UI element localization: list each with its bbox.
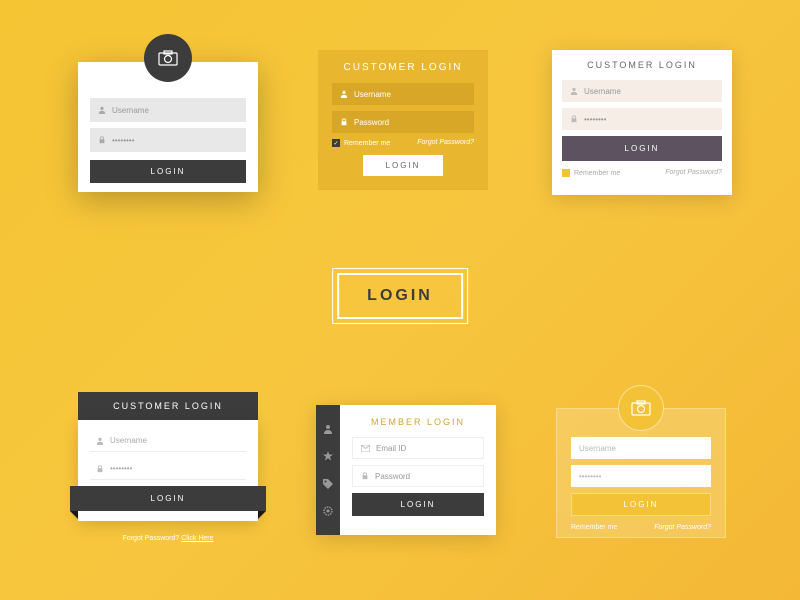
login-card-2: CUSTOMER LOGIN Username Password ✓ Remem…	[318, 50, 488, 190]
forgot-password-link[interactable]: Forgot Password?	[417, 139, 474, 147]
tag-icon[interactable]	[323, 479, 333, 489]
username-input[interactable]: Username	[90, 98, 246, 122]
star-icon[interactable]	[323, 451, 333, 461]
login-card-1: Username •••••••• LOGIN	[78, 62, 258, 192]
forgot-password-link[interactable]: Click Here	[181, 535, 213, 542]
lock-icon	[96, 465, 104, 473]
username-input[interactable]: Username	[90, 430, 246, 452]
lock-icon	[570, 115, 578, 123]
password-value: ••••••••	[112, 136, 134, 145]
password-input[interactable]: ••••••••	[562, 108, 722, 130]
remember-me-checkbox[interactable]: Remember me	[562, 169, 620, 177]
center-login-badge: LOGIN	[332, 268, 468, 324]
password-value: ••••••••	[579, 472, 601, 481]
password-value: ••••••••	[110, 464, 132, 473]
user-icon	[96, 437, 104, 445]
login-button[interactable]: LOGIN	[571, 493, 711, 516]
username-input[interactable]: Username	[332, 83, 474, 105]
login-button[interactable]: LOGIN	[90, 160, 246, 183]
checkbox-icon	[562, 169, 570, 177]
username-input[interactable]: Username	[571, 437, 711, 459]
username-input[interactable]: Username	[562, 80, 722, 102]
card-title: CUSTOMER LOGIN	[78, 392, 258, 420]
login-button[interactable]: LOGIN	[363, 155, 443, 176]
username-placeholder: Username	[584, 87, 621, 96]
badge-label: LOGIN	[337, 273, 463, 319]
login-card-5: MEMBER LOGIN Email ID Password LOGIN	[316, 405, 496, 535]
forgot-password-text: Forgot Password? Click Here	[78, 535, 258, 542]
gear-icon[interactable]	[323, 506, 333, 516]
remember-label: Remember me	[344, 140, 390, 147]
password-value: ••••••••	[584, 115, 606, 124]
password-input[interactable]: ••••••••	[90, 128, 246, 152]
password-input[interactable]: ••••••••	[571, 465, 711, 487]
lock-icon	[340, 118, 348, 126]
user-icon	[98, 106, 106, 114]
email-input[interactable]: Email ID	[352, 437, 484, 459]
login-card-6: Username •••••••• LOGIN Remember me Forg…	[556, 408, 726, 538]
card-title: CUSTOMER LOGIN	[562, 60, 722, 70]
user-icon	[570, 87, 578, 95]
password-placeholder: Password	[354, 118, 389, 127]
login-button[interactable]: LOGIN	[352, 493, 484, 516]
checkbox-icon: ✓	[332, 139, 340, 147]
forgot-password-link[interactable]: Forgot Password?	[665, 169, 722, 177]
password-input[interactable]: ••••••••	[90, 458, 246, 480]
camera-icon	[631, 400, 651, 416]
lock-icon	[98, 136, 106, 144]
username-placeholder: Username	[112, 106, 149, 115]
camera-icon	[158, 50, 178, 66]
password-input[interactable]: Password	[332, 111, 474, 133]
card-title: CUSTOMER LOGIN	[332, 62, 474, 73]
email-placeholder: Email ID	[376, 444, 406, 453]
avatar-circle	[144, 34, 192, 82]
password-placeholder: Password	[375, 472, 410, 481]
password-input[interactable]: Password	[352, 465, 484, 487]
login-card-4: CUSTOMER LOGIN Username •••••••• LOGIN F…	[78, 392, 258, 542]
username-placeholder: Username	[354, 90, 391, 99]
remember-label[interactable]: Remember me	[571, 524, 617, 531]
mail-icon	[361, 445, 370, 452]
forgot-password-link[interactable]: Forgot Password?	[654, 524, 711, 531]
login-button[interactable]: LOGIN	[562, 136, 722, 161]
remember-me-checkbox[interactable]: ✓ Remember me	[332, 139, 390, 147]
login-button[interactable]: LOGIN	[70, 486, 266, 511]
card-title: MEMBER LOGIN	[352, 417, 484, 427]
sidebar	[316, 405, 340, 535]
avatar-circle	[618, 385, 664, 431]
username-placeholder: Username	[579, 444, 616, 453]
user-icon[interactable]	[323, 424, 333, 434]
login-card-3: CUSTOMER LOGIN Username •••••••• LOGIN R…	[552, 50, 732, 195]
username-placeholder: Username	[110, 436, 147, 445]
user-icon	[340, 90, 348, 98]
remember-label: Remember me	[574, 170, 620, 177]
lock-icon	[361, 472, 369, 480]
